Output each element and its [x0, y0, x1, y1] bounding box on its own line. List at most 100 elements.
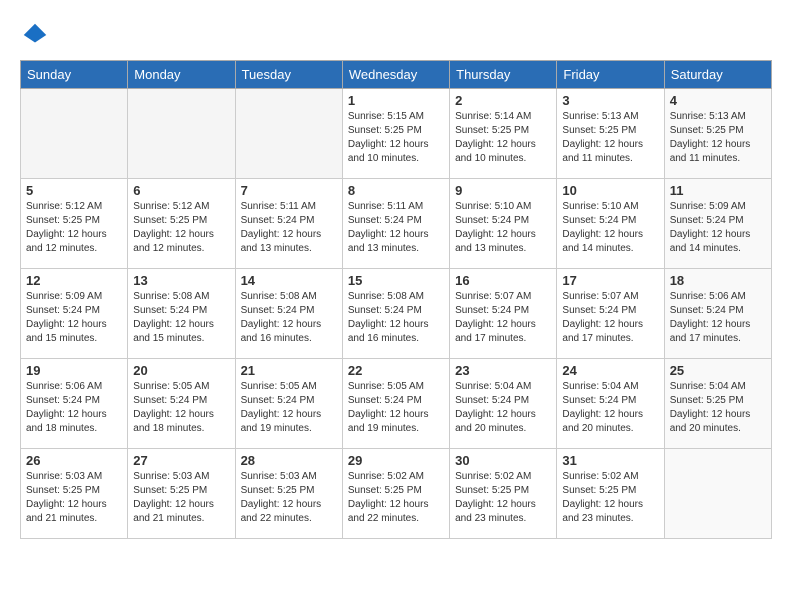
calendar-cell: 21 Sunrise: 5:05 AM Sunset: 5:24 PM Dayli…	[235, 359, 342, 449]
day-info: Sunrise: 5:03 AM Sunset: 5:25 PM Dayligh…	[133, 470, 229, 526]
calendar-cell: 30 Sunrise: 5:02 AM Sunset: 5:25 PM Dayli…	[450, 449, 557, 539]
day-info: Sunrise: 5:04 AM Sunset: 5:24 PM Dayligh…	[562, 380, 658, 436]
column-header-tuesday: Tuesday	[235, 61, 342, 89]
day-number: 12	[26, 273, 122, 288]
calendar-cell: 17 Sunrise: 5:07 AM Sunset: 5:24 PM Dayli…	[557, 269, 664, 359]
day-info: Sunrise: 5:02 AM Sunset: 5:25 PM Dayligh…	[455, 470, 551, 526]
day-info: Sunrise: 5:02 AM Sunset: 5:25 PM Dayligh…	[348, 470, 444, 526]
week-row-1: 1 Sunrise: 5:15 AM Sunset: 5:25 PM Daylig…	[21, 89, 772, 179]
day-number: 29	[348, 453, 444, 468]
logo	[20, 20, 56, 50]
calendar-cell: 25 Sunrise: 5:04 AM Sunset: 5:25 PM Dayli…	[664, 359, 771, 449]
day-info: Sunrise: 5:10 AM Sunset: 5:24 PM Dayligh…	[562, 200, 658, 256]
calendar-cell: 31 Sunrise: 5:02 AM Sunset: 5:25 PM Dayli…	[557, 449, 664, 539]
calendar-cell: 15 Sunrise: 5:08 AM Sunset: 5:24 PM Dayli…	[342, 269, 449, 359]
calendar-cell: 27 Sunrise: 5:03 AM Sunset: 5:25 PM Dayli…	[128, 449, 235, 539]
calendar: SundayMondayTuesdayWednesdayThursdayFrid…	[20, 60, 772, 539]
calendar-cell	[235, 89, 342, 179]
day-number: 18	[670, 273, 766, 288]
column-header-saturday: Saturday	[664, 61, 771, 89]
day-number: 28	[241, 453, 337, 468]
day-number: 5	[26, 183, 122, 198]
day-info: Sunrise: 5:04 AM Sunset: 5:24 PM Dayligh…	[455, 380, 551, 436]
calendar-cell: 29 Sunrise: 5:02 AM Sunset: 5:25 PM Dayli…	[342, 449, 449, 539]
day-info: Sunrise: 5:11 AM Sunset: 5:24 PM Dayligh…	[348, 200, 444, 256]
calendar-cell: 12 Sunrise: 5:09 AM Sunset: 5:24 PM Dayli…	[21, 269, 128, 359]
calendar-cell: 6 Sunrise: 5:12 AM Sunset: 5:25 PM Daylig…	[128, 179, 235, 269]
calendar-cell: 23 Sunrise: 5:04 AM Sunset: 5:24 PM Dayli…	[450, 359, 557, 449]
day-number: 23	[455, 363, 551, 378]
calendar-cell: 16 Sunrise: 5:07 AM Sunset: 5:24 PM Dayli…	[450, 269, 557, 359]
day-number: 8	[348, 183, 444, 198]
day-info: Sunrise: 5:08 AM Sunset: 5:24 PM Dayligh…	[348, 290, 444, 346]
day-number: 1	[348, 93, 444, 108]
column-header-sunday: Sunday	[21, 61, 128, 89]
day-info: Sunrise: 5:08 AM Sunset: 5:24 PM Dayligh…	[133, 290, 229, 346]
day-info: Sunrise: 5:08 AM Sunset: 5:24 PM Dayligh…	[241, 290, 337, 346]
calendar-cell: 18Sunrise: 5:06 AM Sunset: 5:24 PM Dayli…	[664, 269, 771, 359]
day-info: Sunrise: 5:06 AM Sunset: 5:24 PM Dayligh…	[26, 380, 122, 436]
logo-icon	[20, 20, 50, 50]
day-info: Sunrise: 5:11 AM Sunset: 5:24 PM Dayligh…	[241, 200, 337, 256]
day-info: Sunrise: 5:10 AM Sunset: 5:24 PM Dayligh…	[455, 200, 551, 256]
day-number: 13	[133, 273, 229, 288]
calendar-cell: 7Sunrise: 5:11 AM Sunset: 5:24 PM Daylig…	[235, 179, 342, 269]
column-header-monday: Monday	[128, 61, 235, 89]
day-number: 3	[562, 93, 658, 108]
day-info: Sunrise: 5:05 AM Sunset: 5:24 PM Dayligh…	[133, 380, 229, 436]
day-number: 24	[562, 363, 658, 378]
day-info: Sunrise: 5:04 AM Sunset: 5:25 PM Dayligh…	[670, 380, 766, 436]
day-info: Sunrise: 5:03 AM Sunset: 5:25 PM Dayligh…	[241, 470, 337, 526]
day-number: 14	[241, 273, 337, 288]
day-number: 31	[562, 453, 658, 468]
day-info: Sunrise: 5:12 AM Sunset: 5:25 PM Dayligh…	[133, 200, 229, 256]
day-number: 16	[455, 273, 551, 288]
day-info: Sunrise: 5:07 AM Sunset: 5:24 PM Dayligh…	[562, 290, 658, 346]
calendar-cell	[21, 89, 128, 179]
calendar-cell: 9 Sunrise: 5:10 AM Sunset: 5:24 PM Daylig…	[450, 179, 557, 269]
day-number: 21	[241, 363, 337, 378]
calendar-cell: 22Sunrise: 5:05 AM Sunset: 5:24 PM Dayli…	[342, 359, 449, 449]
day-info: Sunrise: 5:13 AM Sunset: 5:25 PM Dayligh…	[670, 110, 766, 166]
week-row-2: 5 Sunrise: 5:12 AM Sunset: 5:25 PM Daylig…	[21, 179, 772, 269]
calendar-cell: 28 Sunrise: 5:03 AM Sunset: 5:25 PM Dayli…	[235, 449, 342, 539]
column-header-wednesday: Wednesday	[342, 61, 449, 89]
week-row-5: 26Sunrise: 5:03 AM Sunset: 5:25 PM Dayli…	[21, 449, 772, 539]
calendar-cell: 13 Sunrise: 5:08 AM Sunset: 5:24 PM Dayli…	[128, 269, 235, 359]
day-info: Sunrise: 5:12 AM Sunset: 5:25 PM Dayligh…	[26, 200, 122, 256]
day-number: 25	[670, 363, 766, 378]
day-number: 15	[348, 273, 444, 288]
column-header-thursday: Thursday	[450, 61, 557, 89]
day-info: Sunrise: 5:07 AM Sunset: 5:24 PM Dayligh…	[455, 290, 551, 346]
day-info: Sunrise: 5:09 AM Sunset: 5:24 PM Dayligh…	[670, 200, 766, 256]
day-info: Sunrise: 5:05 AM Sunset: 5:24 PM Dayligh…	[241, 380, 337, 436]
day-number: 17	[562, 273, 658, 288]
calendar-cell: 4 Sunrise: 5:13 AM Sunset: 5:25 PM Daylig…	[664, 89, 771, 179]
day-info: Sunrise: 5:09 AM Sunset: 5:24 PM Dayligh…	[26, 290, 122, 346]
day-number: 9	[455, 183, 551, 198]
calendar-cell: 5 Sunrise: 5:12 AM Sunset: 5:25 PM Daylig…	[21, 179, 128, 269]
calendar-cell: 3 Sunrise: 5:13 AM Sunset: 5:25 PM Daylig…	[557, 89, 664, 179]
day-number: 22	[348, 363, 444, 378]
column-header-friday: Friday	[557, 61, 664, 89]
calendar-cell: 8 Sunrise: 5:11 AM Sunset: 5:24 PM Daylig…	[342, 179, 449, 269]
day-number: 20	[133, 363, 229, 378]
day-info: Sunrise: 5:15 AM Sunset: 5:25 PM Dayligh…	[348, 110, 444, 166]
calendar-cell: 14 Sunrise: 5:08 AM Sunset: 5:24 PM Dayli…	[235, 269, 342, 359]
calendar-cell: 19 Sunrise: 5:06 AM Sunset: 5:24 PM Dayli…	[21, 359, 128, 449]
day-number: 19	[26, 363, 122, 378]
day-number: 4	[670, 93, 766, 108]
calendar-cell: 26Sunrise: 5:03 AM Sunset: 5:25 PM Dayli…	[21, 449, 128, 539]
day-info: Sunrise: 5:14 AM Sunset: 5:25 PM Dayligh…	[455, 110, 551, 166]
day-info: Sunrise: 5:13 AM Sunset: 5:25 PM Dayligh…	[562, 110, 658, 166]
day-number: 2	[455, 93, 551, 108]
day-info: Sunrise: 5:02 AM Sunset: 5:25 PM Dayligh…	[562, 470, 658, 526]
day-info: Sunrise: 5:03 AM Sunset: 5:25 PM Dayligh…	[26, 470, 122, 526]
day-number: 11	[670, 183, 766, 198]
page-header	[20, 20, 772, 50]
day-number: 6	[133, 183, 229, 198]
day-number: 30	[455, 453, 551, 468]
day-number: 10	[562, 183, 658, 198]
week-row-4: 19 Sunrise: 5:06 AM Sunset: 5:24 PM Dayli…	[21, 359, 772, 449]
day-number: 27	[133, 453, 229, 468]
